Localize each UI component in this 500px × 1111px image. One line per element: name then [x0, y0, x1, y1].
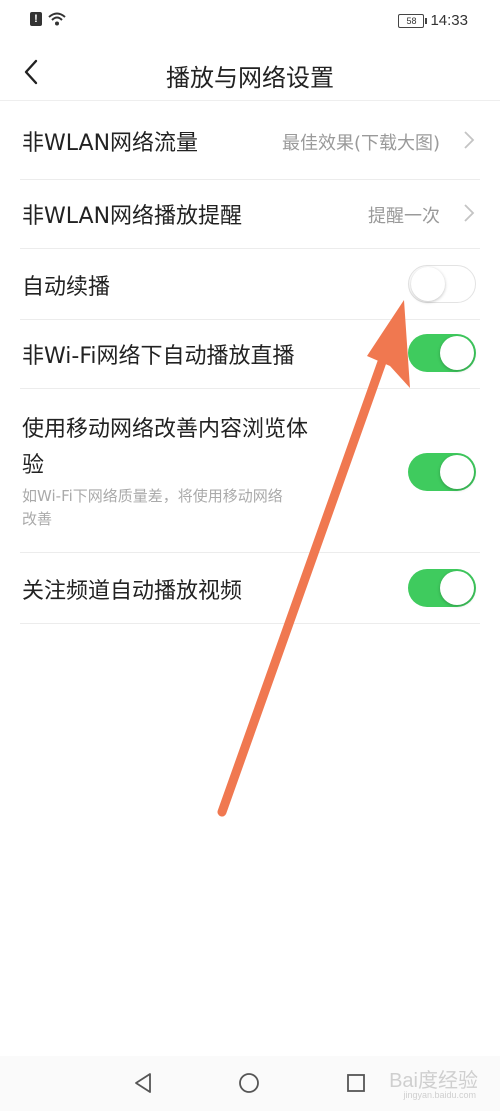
- channel-autoplay-toggle[interactable]: [408, 569, 476, 607]
- live-autoplay-toggle[interactable]: [408, 334, 476, 372]
- toggle-knob: [440, 455, 474, 489]
- status-bar: ! 58 14:33: [0, 0, 500, 44]
- nav-bar: 播放与网络设置: [0, 44, 500, 101]
- setting-label: 非Wi-Fi网络下自动播放直播: [22, 344, 295, 369]
- setting-desc-line2: 改善: [22, 510, 53, 528]
- setting-row-autoplay-next: 自动续播: [20, 249, 480, 320]
- toggle-knob: [440, 571, 474, 605]
- mobile-network-toggle[interactable]: [408, 453, 476, 491]
- toggle-knob: [440, 336, 474, 370]
- status-time: 14:33: [430, 12, 468, 29]
- setting-row-wlan-reminder[interactable]: 非WLAN网络播放提醒 提醒一次: [20, 180, 480, 249]
- setting-row-channel-autoplay: 关注频道自动播放视频: [20, 553, 480, 624]
- notification-icon: !: [30, 12, 42, 26]
- battery-icon: 58: [398, 13, 428, 28]
- status-right: 58 14:33: [398, 12, 468, 29]
- setting-row-live-autoplay: 非Wi-Fi网络下自动播放直播: [20, 320, 480, 389]
- setting-label: 关注频道自动播放视频: [22, 579, 243, 604]
- page-title: 播放与网络设置: [166, 64, 334, 92]
- setting-label: 非WLAN网络播放提醒: [22, 204, 243, 229]
- circle-home-icon[interactable]: [238, 1072, 260, 1094]
- watermark-logo: Bai度经验: [389, 1070, 478, 1092]
- triangle-back-icon[interactable]: [133, 1072, 153, 1094]
- square-recent-icon[interactable]: [346, 1072, 366, 1094]
- autoplay-next-toggle[interactable]: [408, 265, 476, 303]
- setting-value: 最佳效果(下载大图): [281, 133, 440, 154]
- watermark-url: jingyan.baidu.com: [403, 1090, 476, 1100]
- wifi-icon: [48, 12, 66, 26]
- chevron-right-icon: [464, 204, 475, 222]
- setting-value: 提醒一次: [368, 206, 440, 227]
- setting-label: 非WLAN网络流量: [22, 131, 199, 156]
- chevron-right-icon: [464, 131, 475, 149]
- status-left: !: [30, 12, 66, 26]
- setting-label-line2: 验: [22, 453, 45, 478]
- setting-row-wlan-traffic[interactable]: 非WLAN网络流量 最佳效果(下载大图): [20, 101, 480, 180]
- setting-desc-line1: 如Wi-Fi下网络质量差，将使用移动网络: [22, 487, 283, 505]
- setting-row-mobile-network: 使用移动网络改善内容浏览体 验 如Wi-Fi下网络质量差，将使用移动网络 改善: [20, 389, 480, 553]
- setting-label-line1: 使用移动网络改善内容浏览体: [22, 417, 309, 442]
- settings-list: 非WLAN网络流量 最佳效果(下载大图) 非WLAN网络播放提醒 提醒一次 自动…: [0, 101, 500, 624]
- setting-label: 自动续播: [22, 275, 111, 300]
- toggle-knob: [411, 267, 445, 301]
